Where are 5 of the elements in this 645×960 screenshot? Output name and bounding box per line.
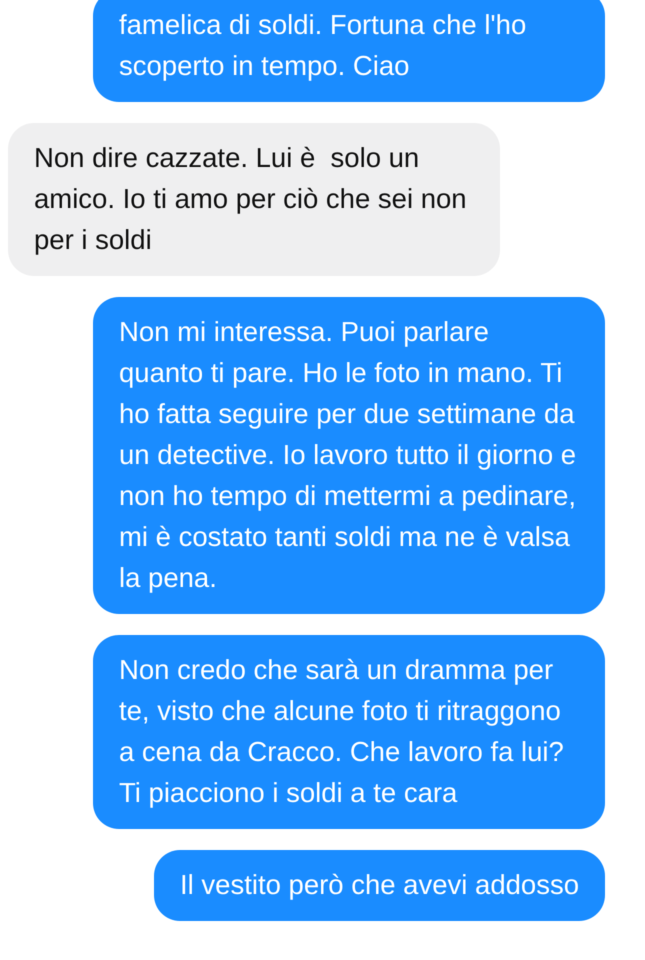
sent-message-bubble: Non credo che sarà un dramma per te, visto che alcune foto ti ritraggono a cena da Cracco. Che lavoro fa lui? Ti piacciono i soldi a te cara xyxy=(93,635,605,829)
received-message-bubble: Non dire cazzate. Lui è solo un amico. Io ti amo per ciò che sei non per i soldi xyxy=(8,123,500,276)
sent-message-bubble: Il vestito però che avevi addosso xyxy=(154,850,605,921)
sent-message-bubble: Non mi interessa. Puoi parlare quanto ti pare. Ho le foto in mano. Ti ho fatta seguire per due settimane da un detective. Io lavoro tutto il giorno e non ho tempo di mettermi a pedinare, mi è costato tanti soldi ma ne è valsa la pena. xyxy=(93,297,605,614)
sent-message-bubble: famelica di soldi. Fortuna che l'ho scoperto in tempo. Ciao xyxy=(93,0,605,102)
